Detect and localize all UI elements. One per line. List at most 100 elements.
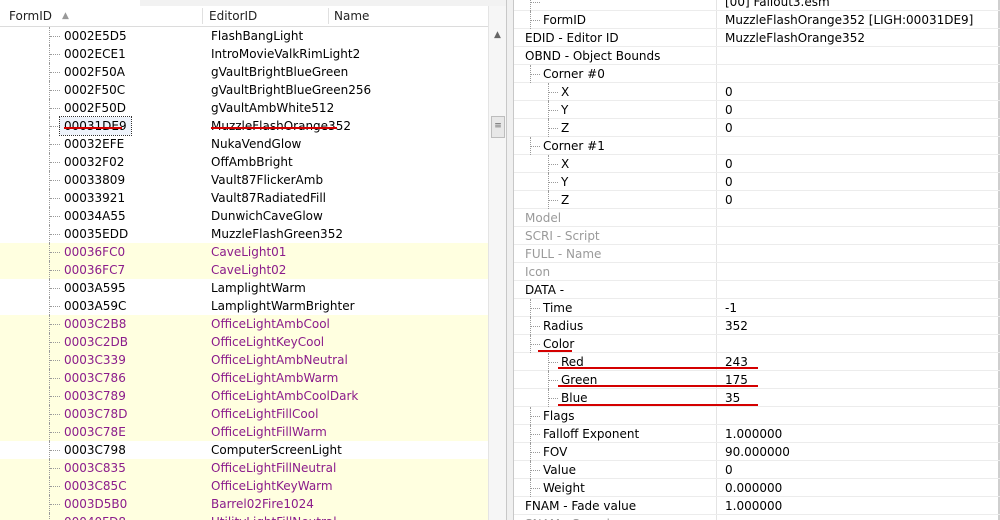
table-row[interactable]: 0002E5D5 FlashBangLight	[0, 27, 488, 45]
detail-row[interactable]: X0	[514, 155, 1000, 173]
formid-cell: 00031DE9	[59, 116, 132, 136]
formid-cell: 00033809	[64, 173, 126, 187]
detail-row[interactable]: Z0	[514, 191, 1000, 209]
table-row[interactable]: 00034A55 DunwichCaveGlow	[0, 207, 488, 225]
detail-row[interactable]: OBND - Object Bounds	[514, 47, 1000, 65]
table-row[interactable]: 0002F50A gVaultBrightBlueGreen	[0, 63, 488, 81]
detail-row[interactable]: Color	[514, 335, 1000, 353]
formid-cell: 0003A59C	[64, 299, 127, 313]
table-row[interactable]: 0003D5B0 Barrel02Fire1024	[0, 495, 488, 513]
formid-cell: 00034A55	[64, 209, 126, 223]
detail-label: Weight	[543, 481, 585, 495]
table-row[interactable]: 00031DE9 MuzzleFlashOrange352	[0, 116, 488, 136]
editorid-cell: OfficeLightAmbNeutral	[211, 353, 348, 367]
formid-cell: 00040FD8	[64, 513, 126, 520]
formid-cell: 0002F50D	[64, 101, 126, 115]
formid-cell: 00036FC7	[64, 263, 126, 277]
detail-row[interactable]: FULL - Name	[514, 245, 1000, 263]
table-row[interactable]: 0003A59C LamplightWarmBrighter	[0, 297, 488, 315]
scroll-thumb[interactable]: ≡	[491, 116, 505, 138]
detail-row[interactable]: Value 0	[514, 461, 1000, 479]
detail-value: MuzzleFlashOrange352	[725, 31, 865, 45]
detail-row[interactable]: Falloff Exponent 1.000000	[514, 425, 1000, 443]
editorid-cell: OffAmbBright	[211, 155, 293, 169]
table-row[interactable]: 0002ECE1 IntroMovieValkRimLight2	[0, 45, 488, 63]
table-row[interactable]: 00036FC0 CaveLight01	[0, 243, 488, 261]
detail-value: 1.000000	[725, 499, 783, 513]
table-row[interactable]: 00032EFE NukaVendGlow	[0, 135, 488, 153]
table-row[interactable]: 0003C789 OfficeLightAmbCoolDark	[0, 387, 488, 405]
table-row[interactable]: 00033921 Vault87RadiatedFill	[0, 189, 488, 207]
table-row[interactable]: 0003C85C OfficeLightKeyWarm	[0, 477, 488, 495]
record-list-panel: FormID ▲ EditorID Name 0002E5D5 FlashBang…	[0, 0, 506, 520]
red-annotation-underline	[558, 367, 758, 369]
detail-row[interactable]: Y0	[514, 101, 1000, 119]
formid-cell: 0003A595	[64, 281, 126, 295]
editorid-cell: MuzzleFlashGreen352	[211, 227, 343, 241]
editorid-cell: gVaultAmbWhite512	[211, 101, 335, 115]
formid-cell: 0002E5D5	[64, 29, 127, 43]
detail-row[interactable]: [00] Fallout3.esm	[514, 0, 1000, 11]
detail-row[interactable]: Z0	[514, 119, 1000, 137]
table-row[interactable]: 0003C798 ComputerScreenLight	[0, 441, 488, 459]
editorid-cell: Vault87FlickerAmb	[211, 173, 324, 187]
detail-value: 0	[725, 193, 733, 207]
table-row[interactable]: 00040FD8 UtilityLightFillNeutral	[0, 513, 488, 520]
detail-label: EDID - Editor ID	[525, 31, 619, 45]
detail-row[interactable]: Corner #0	[514, 65, 1000, 83]
table-row[interactable]: 00032F02 OffAmbBright	[0, 153, 488, 171]
detail-label: SNAM - Sound	[525, 515, 610, 520]
panel-splitter[interactable]	[506, 0, 514, 520]
detail-value: 0	[725, 85, 733, 99]
detail-row[interactable]: FNAM - Fade value 1.000000	[514, 497, 1000, 515]
detail-label: OBND - Object Bounds	[525, 49, 661, 63]
detail-row[interactable]: X0	[514, 83, 1000, 101]
detail-row[interactable]: DATA -	[514, 281, 1000, 299]
detail-row[interactable]: Y0	[514, 173, 1000, 191]
detail-label: Falloff Exponent	[543, 427, 640, 441]
detail-label: FormID	[543, 13, 587, 27]
column-header-name[interactable]: Name	[334, 6, 369, 26]
record-list-scrollbar[interactable]: ▲ ≡	[488, 6, 506, 520]
table-row[interactable]: 00033809 Vault87FlickerAmb	[0, 171, 488, 189]
column-header-editorid[interactable]: EditorID	[209, 6, 257, 26]
detail-row[interactable]: SNAM - Sound	[514, 515, 1000, 520]
column-header-formid[interactable]: FormID	[9, 6, 52, 26]
detail-label: FOV	[543, 445, 568, 459]
detail-label: X	[561, 157, 570, 171]
table-row[interactable]: 0003C835 OfficeLightFillNeutral	[0, 459, 488, 477]
detail-row[interactable]: EDID - Editor ID MuzzleFlashOrange352	[514, 29, 1000, 47]
formid-cell: 0003C78D	[64, 407, 128, 421]
table-row[interactable]: 0003A595 LamplightWarm	[0, 279, 488, 297]
scroll-up-icon[interactable]: ▲	[489, 27, 506, 44]
detail-label: Z	[561, 121, 570, 135]
detail-row[interactable]: FOV 90.000000	[514, 443, 1000, 461]
detail-label: Model	[525, 211, 562, 225]
table-row[interactable]: 00035EDD MuzzleFlashGreen352	[0, 225, 488, 243]
detail-row[interactable]: Icon	[514, 263, 1000, 281]
editorid-cell: OfficeLightFillWarm	[211, 425, 327, 439]
detail-row[interactable]: Corner #1	[514, 137, 1000, 155]
editorid-cell: OfficeLightKeyWarm	[211, 479, 333, 493]
detail-row[interactable]: Flags	[514, 407, 1000, 425]
editorid-cell: OfficeLightKeyCool	[211, 335, 325, 349]
table-row[interactable]: 0003C339 OfficeLightAmbNeutral	[0, 351, 488, 369]
table-row[interactable]: 0003C2DB OfficeLightKeyCool	[0, 333, 488, 351]
formid-cell: 0002F50C	[64, 83, 126, 97]
detail-row[interactable]: Time -1	[514, 299, 1000, 317]
editorid-cell: Vault87RadiatedFill	[211, 191, 327, 205]
detail-row[interactable]: FormID MuzzleFlashOrange352 [LIGH:00031DE…	[514, 11, 1000, 29]
detail-row[interactable]: SCRI - Script	[514, 227, 1000, 245]
table-row[interactable]: 0003C786 OfficeLightAmbWarm	[0, 369, 488, 387]
table-row[interactable]: 00036FC7 CaveLight02	[0, 261, 488, 279]
table-row[interactable]: 0003C2B8 OfficeLightAmbCool	[0, 315, 488, 333]
table-row[interactable]: 0002F50C gVaultBrightBlueGreen256	[0, 81, 488, 99]
detail-label: Time	[543, 301, 573, 315]
table-row[interactable]: 0003C78D OfficeLightFillCool	[0, 405, 488, 423]
table-row[interactable]: 0003C78E OfficeLightFillWarm	[0, 423, 488, 441]
detail-row[interactable]: Weight 0.000000	[514, 479, 1000, 497]
detail-row[interactable]: Model	[514, 209, 1000, 227]
detail-label: FULL - Name	[525, 247, 602, 261]
detail-row[interactable]: Radius 352	[514, 317, 1000, 335]
table-row[interactable]: 0002F50D gVaultAmbWhite512	[0, 99, 488, 117]
